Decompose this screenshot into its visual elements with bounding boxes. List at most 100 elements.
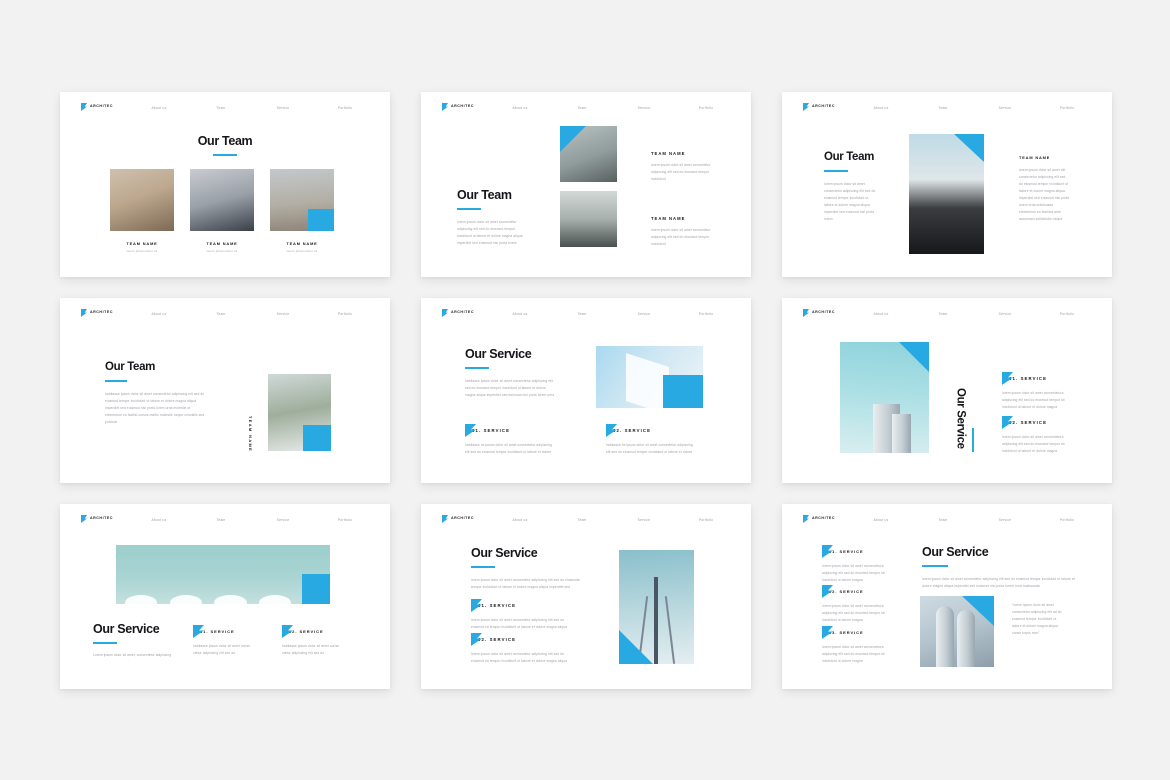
brand-logo[interactable]: ARCHITEC — [81, 515, 113, 523]
page-title: Our Team — [105, 361, 156, 373]
service-label: 02. SERVICE — [1009, 420, 1048, 425]
nav-item-about[interactable]: About us — [489, 312, 551, 316]
nav-item-service[interactable]: Service — [252, 312, 314, 316]
nav-item-about[interactable]: About us — [128, 518, 190, 522]
service-item-header[interactable]: 02. SERVICE — [1002, 416, 1074, 429]
nav-item-service[interactable]: Service — [252, 518, 314, 522]
slide-team-vertical[interactable]: ARCHITEC About us Team Service Portfolio… — [60, 298, 390, 483]
member-name: TEAM NAME — [651, 216, 686, 221]
slide-service-left-image-right[interactable]: ARCHITEC About us Team Service Portfolio… — [421, 504, 751, 689]
flag-mark-icon — [803, 103, 809, 111]
nav-item-portfolio[interactable]: Portfolio — [314, 518, 376, 522]
brand-logo[interactable]: ARCHITEC — [442, 309, 474, 317]
slide-team-grid[interactable]: ARCHITEC About us Team Service Portfolio… — [60, 92, 390, 277]
flag-mark-icon — [822, 585, 833, 598]
nav-item-team[interactable]: Team — [912, 312, 974, 316]
slide-nav: About us Team Service Portfolio — [128, 106, 376, 110]
service-item-header[interactable]: 02. SERVICE — [822, 585, 886, 598]
nav-item-team[interactable]: Team — [551, 312, 613, 316]
nav-item-portfolio[interactable]: Portfolio — [675, 518, 737, 522]
team-member-card[interactable]: TEAM NAME lorem ipsum dolor sit — [270, 169, 334, 253]
nav-item-service[interactable]: Service — [974, 312, 1036, 316]
slide-deck-grid: ARCHITEC About us Team Service Portfolio… — [0, 0, 1170, 780]
slide-team-stacked[interactable]: ARCHITEC About us Team Service Portfolio… — [421, 92, 751, 277]
nav-item-about[interactable]: About us — [128, 312, 190, 316]
flag-mark-icon — [81, 309, 87, 317]
nav-item-about[interactable]: About us — [850, 518, 912, 522]
slide-nav: About us Team Service Portfolio — [489, 518, 737, 522]
service-item-header[interactable]: 02. SERVICE — [471, 633, 575, 646]
service-item-header[interactable]: 02. SERVICE — [606, 424, 698, 437]
member-photo — [270, 169, 334, 231]
brand-name: ARCHITEC — [90, 104, 113, 109]
service-item-header[interactable]: 01. SERVICE — [822, 545, 886, 558]
slide-header: ARCHITEC About us Team Service Portfolio — [60, 515, 390, 527]
nav-item-about[interactable]: About us — [489, 106, 551, 110]
nav-item-team[interactable]: Team — [190, 518, 252, 522]
title-underline — [213, 153, 237, 157]
slide-service-three-items[interactable]: ARCHITEC About us Team Service Portfolio… — [782, 504, 1112, 689]
service-item-header[interactable]: 01. SERVICE — [1002, 372, 1074, 385]
nav-item-team[interactable]: Team — [551, 518, 613, 522]
corner-accent-triangle — [954, 134, 984, 162]
nav-item-about[interactable]: About us — [128, 106, 190, 110]
flag-mark-icon — [81, 103, 87, 111]
service-item-header[interactable]: 01. SERVICE — [471, 599, 575, 612]
nav-item-about[interactable]: About us — [489, 518, 551, 522]
service-body: lorem ipsum dolor sit amet consectetura … — [1002, 435, 1065, 453]
member-photo — [268, 374, 331, 451]
flag-mark-icon — [471, 599, 482, 612]
nav-item-service[interactable]: Service — [252, 106, 314, 110]
brand-logo[interactable]: ARCHITEC — [81, 103, 113, 111]
page-title: Our Team — [457, 188, 512, 202]
service-item-header[interactable]: 03. SERVICE — [822, 626, 886, 639]
nav-item-service[interactable]: Service — [613, 312, 675, 316]
nav-item-team[interactable]: Team — [190, 106, 252, 110]
brand-logo[interactable]: ARCHITEC — [442, 103, 474, 111]
nav-item-about[interactable]: About us — [850, 312, 912, 316]
brand-logo[interactable]: ARCHITEC — [803, 309, 835, 317]
nav-item-portfolio[interactable]: Portfolio — [1036, 518, 1098, 522]
flag-mark-icon — [1002, 372, 1013, 385]
flag-mark-icon — [803, 515, 809, 523]
page-title: Our Service — [471, 546, 538, 560]
nav-item-team[interactable]: Team — [912, 106, 974, 110]
brand-logo[interactable]: ARCHITEC — [442, 515, 474, 523]
nav-item-service[interactable]: Service — [974, 106, 1036, 110]
nav-item-service[interactable]: Service — [613, 518, 675, 522]
slide-nav: About us Team Service Portfolio — [850, 312, 1098, 316]
corner-accent-triangle — [962, 596, 994, 626]
brand-logo[interactable]: ARCHITEC — [803, 515, 835, 523]
nav-item-portfolio[interactable]: Portfolio — [675, 106, 737, 110]
nav-item-portfolio[interactable]: Portfolio — [1036, 312, 1098, 316]
service-item-header[interactable]: 01. SERVICE — [193, 625, 258, 638]
brand-logo[interactable]: ARCHITEC — [803, 103, 835, 111]
slide-header: ARCHITEC About us Team Service Portfolio — [60, 103, 390, 115]
nav-item-portfolio[interactable]: Portfolio — [1036, 106, 1098, 110]
team-member-card[interactable]: TEAM NAME lorem ipsum dolor sit — [110, 169, 174, 253]
slide-header: ARCHITEC About us Team Service Portfolio — [421, 515, 751, 527]
nav-item-team[interactable]: Team — [190, 312, 252, 316]
slide-team-single[interactable]: ARCHITEC About us Team Service Portfolio… — [782, 92, 1112, 277]
service-image — [596, 346, 703, 408]
nav-item-service[interactable]: Service — [974, 518, 1036, 522]
slide-nav: About us Team Service Portfolio — [128, 312, 376, 316]
service-item-header[interactable]: 01. SERVICE — [465, 424, 557, 437]
nav-item-portfolio[interactable]: Portfolio — [314, 106, 376, 110]
service-label: 01. SERVICE — [829, 549, 864, 554]
slide-service-vertical[interactable]: ARCHITEC About us Team Service Portfolio… — [782, 298, 1112, 483]
brand-logo[interactable]: ARCHITEC — [81, 309, 113, 317]
nav-item-about[interactable]: About us — [850, 106, 912, 110]
nav-item-service[interactable]: Service — [613, 106, 675, 110]
nav-item-portfolio[interactable]: Portfolio — [675, 312, 737, 316]
title-underline — [922, 564, 948, 568]
nav-item-team[interactable]: Team — [551, 106, 613, 110]
title-underline — [465, 366, 489, 370]
slide-service-banner[interactable]: ARCHITEC About us Team Service Portfolio… — [60, 504, 390, 689]
flag-mark-icon — [803, 309, 809, 317]
nav-item-team[interactable]: Team — [912, 518, 974, 522]
team-member-card[interactable]: TEAM NAME lorem ipsum dolor sit — [190, 169, 254, 253]
slide-service-two-col[interactable]: ARCHITEC About us Team Service Portfolio… — [421, 298, 751, 483]
nav-item-portfolio[interactable]: Portfolio — [314, 312, 376, 316]
service-item-header[interactable]: 02. SERVICE — [282, 625, 347, 638]
